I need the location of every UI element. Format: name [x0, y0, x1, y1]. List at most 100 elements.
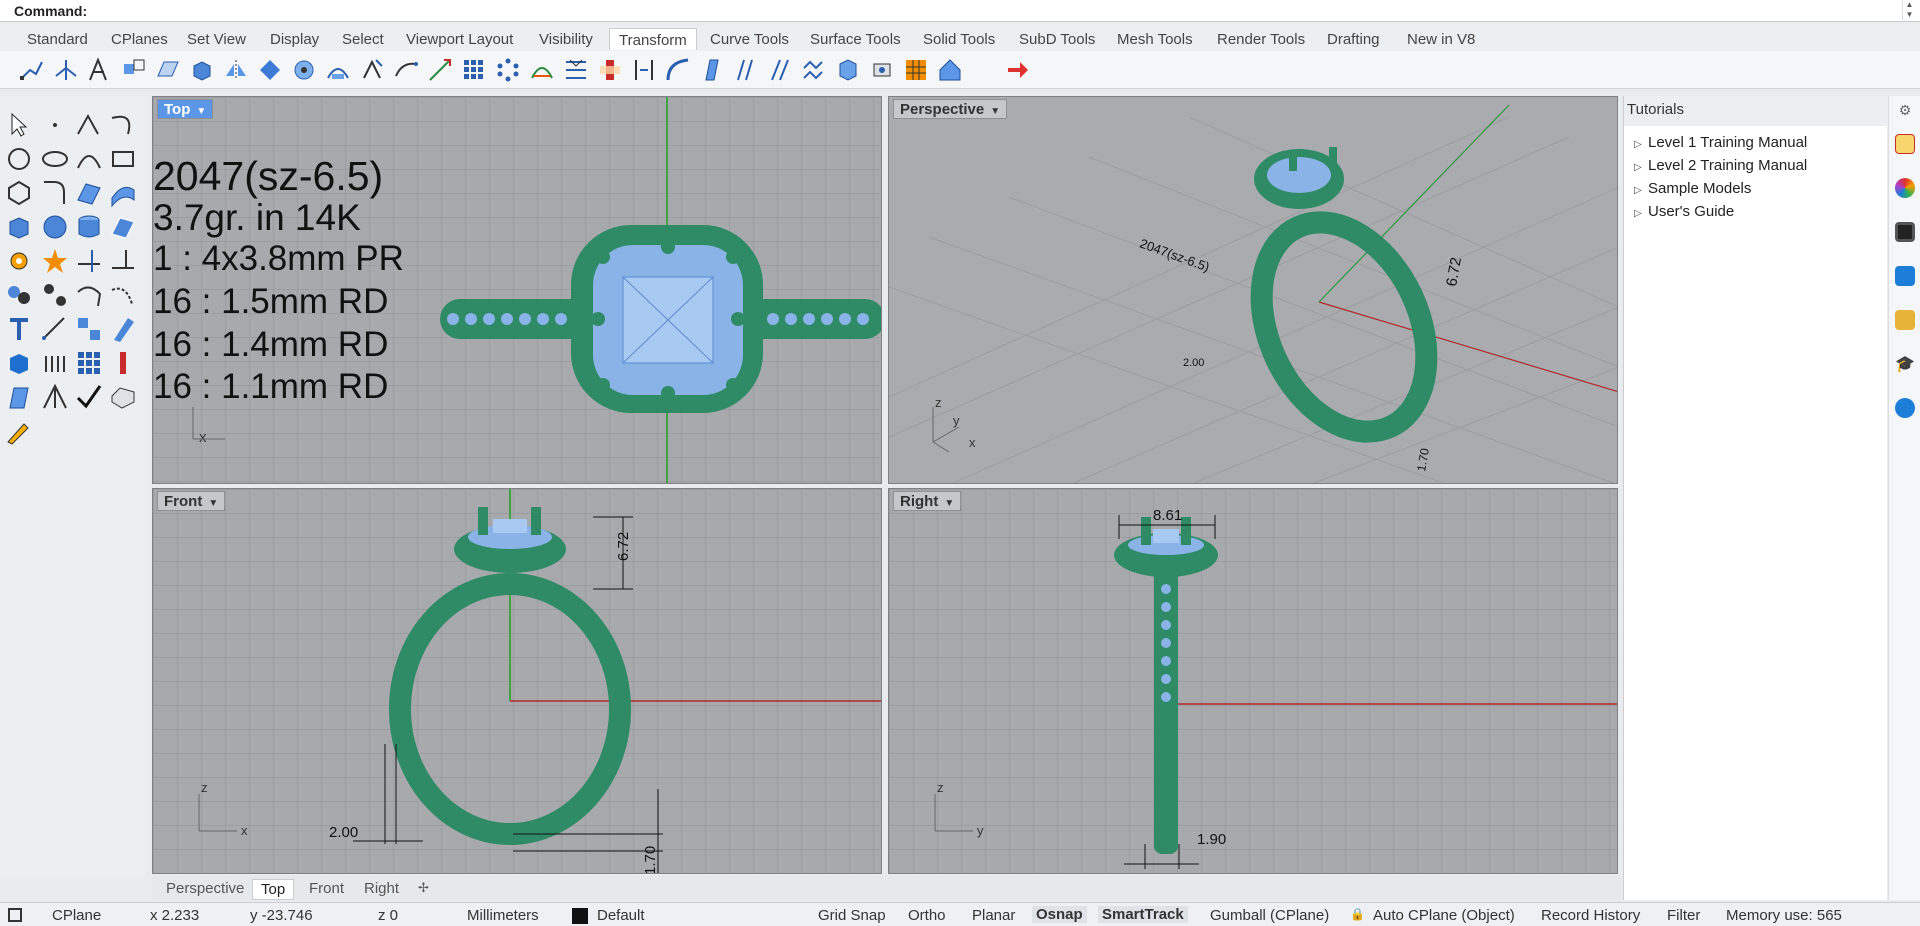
- viewport-front[interactable]: Front ▼ 6.72 2.00 1.70 z x: [152, 488, 882, 874]
- cage-edit-icon[interactable]: [732, 56, 760, 84]
- smooth-icon[interactable]: [664, 56, 692, 84]
- ellipse-icon[interactable]: [40, 144, 70, 174]
- status-record-history[interactable]: Record History: [1541, 907, 1640, 924]
- tab-render-tools[interactable]: Render Tools: [1208, 28, 1314, 50]
- window-toggle-icon[interactable]: [8, 908, 22, 922]
- house-deform-icon[interactable]: [936, 56, 964, 84]
- polar-array-icon[interactable]: [494, 56, 522, 84]
- status-auto-cplane[interactable]: Auto CPlane (Object): [1373, 907, 1515, 924]
- tab-viewport-layout[interactable]: Viewport Layout: [397, 28, 522, 50]
- expand-icon[interactable]: ▷: [1634, 162, 1648, 173]
- status-gumball[interactable]: Gumball (CPlane): [1210, 907, 1329, 924]
- command-scroll[interactable]: ▲ ▼: [1902, 0, 1916, 22]
- tutorial-item[interactable]: ▷ User's Guide: [1634, 203, 1807, 226]
- status-filter[interactable]: Filter: [1667, 907, 1700, 924]
- gear-icon[interactable]: [4, 246, 34, 276]
- pencil-icon[interactable]: [4, 416, 34, 446]
- solid-box-icon[interactable]: [4, 348, 34, 378]
- tab-new-in-v8[interactable]: New in V8: [1398, 28, 1484, 50]
- rotate-icon[interactable]: [86, 56, 114, 84]
- bend-icon[interactable]: [392, 56, 420, 84]
- loft-icon[interactable]: [108, 178, 138, 208]
- right-ring-model[interactable]: 8.61 1.90 z y: [889, 489, 1618, 874]
- tab-curve-tools[interactable]: Curve Tools: [701, 28, 798, 50]
- flow-icon[interactable]: [324, 56, 352, 84]
- status-planar[interactable]: Planar: [972, 907, 1015, 924]
- fillet-curve-icon[interactable]: [40, 178, 70, 208]
- status-cplane[interactable]: CPlane: [52, 907, 101, 924]
- twist-icon[interactable]: [358, 56, 386, 84]
- tab-transform[interactable]: Transform: [609, 28, 697, 50]
- viewport-tab-top[interactable]: Top: [252, 879, 295, 900]
- splop-icon[interactable]: [766, 56, 794, 84]
- status-smarttrack[interactable]: SmartTrack: [1098, 906, 1188, 923]
- add-viewport-icon[interactable]: ✢: [410, 879, 437, 897]
- expand-icon[interactable]: ▷: [1634, 139, 1648, 150]
- split-icon[interactable]: [108, 246, 138, 276]
- shear-icon[interactable]: [154, 56, 182, 84]
- command-line[interactable]: Command: ▲ ▼: [0, 0, 1920, 22]
- orient-on-surface-icon[interactable]: [290, 56, 318, 84]
- array-icon[interactable]: [460, 56, 488, 84]
- materials-icon[interactable]: [1895, 178, 1915, 198]
- lasso-icon[interactable]: [74, 280, 104, 310]
- surface-icon[interactable]: [74, 178, 104, 208]
- layer-color-swatch[interactable]: [572, 908, 588, 924]
- arc-icon[interactable]: [74, 144, 104, 174]
- polyline-icon[interactable]: [74, 110, 104, 140]
- top-view-ring-model[interactable]: x: [153, 97, 882, 484]
- properties-icon[interactable]: [1895, 134, 1915, 154]
- viewport-tab-perspective[interactable]: Perspective: [158, 879, 252, 898]
- tutorial-item[interactable]: ▷ Level 2 Training Manual: [1634, 157, 1807, 180]
- tab-set-view[interactable]: Set View: [178, 28, 255, 50]
- mirror-icon[interactable]: [222, 56, 250, 84]
- layout-icon[interactable]: [74, 314, 104, 344]
- trim-icon[interactable]: [74, 246, 104, 276]
- explode-icon[interactable]: [40, 246, 70, 276]
- copy-icon[interactable]: [52, 56, 80, 84]
- ungroup-icon[interactable]: [40, 280, 70, 310]
- graduation-cap-icon[interactable]: 🎓: [1895, 354, 1915, 374]
- check-icon[interactable]: [74, 382, 104, 412]
- sphere-icon[interactable]: [40, 212, 70, 242]
- taper-icon[interactable]: [426, 56, 454, 84]
- align-icon[interactable]: [562, 56, 590, 84]
- tab-visibility[interactable]: Visibility: [530, 28, 602, 50]
- front-ring-model[interactable]: 6.72 2.00 1.70 z x: [153, 489, 882, 874]
- grid-icon[interactable]: [74, 348, 104, 378]
- circle-icon[interactable]: [4, 144, 34, 174]
- mesh-icon[interactable]: [108, 212, 138, 242]
- select-arrow-icon[interactable]: [4, 110, 34, 140]
- status-layer[interactable]: Default: [597, 907, 645, 924]
- lock-icon[interactable]: 🔒: [1350, 907, 1365, 921]
- expand-icon[interactable]: ▷: [1634, 185, 1648, 196]
- shell-icon[interactable]: [4, 382, 34, 412]
- viewport-perspective[interactable]: Perspective ▼ 2047(sz-6.5) 6.72 2.00 1.70…: [888, 96, 1618, 484]
- orient-icon[interactable]: [256, 56, 284, 84]
- scale-icon[interactable]: [120, 56, 148, 84]
- perspective-ring-model[interactable]: 2047(sz-6.5) 6.72 2.00 1.70 z y x: [889, 97, 1618, 484]
- status-units[interactable]: Millimeters: [467, 907, 539, 924]
- display-icon[interactable]: [1895, 222, 1915, 242]
- set-pt-icon[interactable]: [630, 56, 658, 84]
- tab-drafting[interactable]: Drafting: [1318, 28, 1389, 50]
- tab-mesh-tools[interactable]: Mesh Tools: [1108, 28, 1202, 50]
- group-icon[interactable]: [4, 280, 34, 310]
- curve-icon[interactable]: [108, 110, 138, 140]
- extrude-icon[interactable]: [40, 348, 70, 378]
- polygon-icon[interactable]: [4, 178, 34, 208]
- help-icon[interactable]: [1895, 266, 1915, 286]
- text-icon[interactable]: [4, 314, 34, 344]
- status-grid-snap[interactable]: Grid Snap: [818, 907, 886, 924]
- dimension-icon[interactable]: [40, 314, 70, 344]
- tab-standard[interactable]: Standard: [18, 28, 97, 50]
- tab-solid-tools[interactable]: Solid Tools: [914, 28, 1004, 50]
- next-arrow-icon[interactable]: [1004, 56, 1032, 84]
- viewport-right[interactable]: Right ▼ 8.61 1.90 z y: [888, 488, 1618, 874]
- expand-icon[interactable]: ▷: [1634, 208, 1648, 219]
- rectangle-icon[interactable]: [108, 144, 138, 174]
- layers-icon[interactable]: [1895, 310, 1915, 330]
- box-icon[interactable]: [4, 212, 34, 242]
- tab-subd-tools[interactable]: SubD Tools: [1010, 28, 1104, 50]
- array-crv-icon[interactable]: [528, 56, 556, 84]
